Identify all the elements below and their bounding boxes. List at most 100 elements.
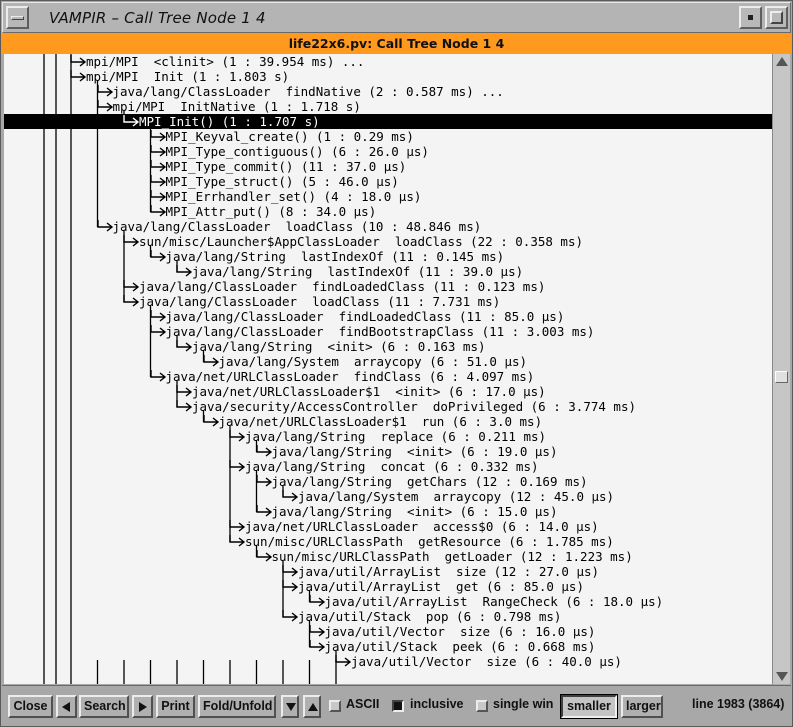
call-tree-label: java/lang/ClassLoader findLoadedClass (1… bbox=[165, 309, 565, 324]
title-bar[interactable]: VAMPIR – Call Tree Node 1 4 bbox=[2, 2, 791, 33]
search-prev-button[interactable] bbox=[56, 695, 77, 718]
search-next-button[interactable] bbox=[132, 695, 153, 718]
call-tree-row[interactable]: MPI_Type_commit() (11 : 37.0 µs) bbox=[4, 159, 772, 174]
call-tree-label: java/lang/String <init> (6 : 15.0 µs) bbox=[271, 504, 558, 519]
call-tree-row[interactable]: mpi/MPI InitNative (1 : 1.718 s) bbox=[4, 99, 772, 114]
call-tree-label: java/util/ArrayList get (6 : 85.0 µs) bbox=[298, 579, 584, 594]
call-tree-row[interactable]: MPI_Attr_put() (8 : 34.0 µs) bbox=[4, 204, 772, 219]
call-tree-label: java/lang/String lastIndexOf (11 : 39.0 … bbox=[192, 264, 524, 279]
call-tree-label: java/net/URLClassLoader access$0 (6 : 14… bbox=[245, 519, 599, 534]
call-tree-label: java/lang/String concat (6 : 0.332 ms) bbox=[245, 459, 539, 474]
call-tree-label: MPI_Type_contiguous() (6 : 26.0 µs) bbox=[165, 144, 429, 159]
call-tree-row[interactable]: sun/misc/Launcher$AppClassLoader loadCla… bbox=[4, 234, 772, 249]
call-tree-row[interactable]: mpi/MPI Init (1 : 1.803 s) bbox=[4, 69, 772, 84]
print-button[interactable]: Print bbox=[156, 695, 195, 718]
vertical-scrollbar[interactable] bbox=[772, 54, 790, 684]
call-tree-row[interactable]: java/util/Stack peek (6 : 0.668 ms) bbox=[4, 639, 772, 654]
larger-button[interactable]: larger bbox=[621, 695, 663, 718]
scroll-down-icon[interactable] bbox=[776, 672, 788, 681]
smaller-button[interactable]: smaller bbox=[560, 694, 618, 719]
triangle-down-icon bbox=[286, 703, 296, 711]
call-tree-label: java/lang/String lastIndexOf (11 : 0.145… bbox=[165, 249, 505, 264]
call-tree-row[interactable]: java/util/Vector size (6 : 40.0 µs) bbox=[4, 654, 772, 669]
call-tree-row[interactable]: MPI_Keyval_create() (1 : 0.29 ms) bbox=[4, 129, 772, 144]
call-tree-row[interactable]: MPI_Type_contiguous() (6 : 26.0 µs) bbox=[4, 144, 772, 159]
call-tree-row[interactable]: sun/misc/URLClassPath getResource (6 : 1… bbox=[4, 534, 772, 549]
maximize-icon[interactable] bbox=[765, 6, 788, 29]
call-tree-label: java/security/AccessController doPrivile… bbox=[192, 399, 637, 414]
call-tree-row[interactable]: java/util/Stack pop (6 : 0.798 ms) bbox=[4, 609, 772, 624]
call-tree-row[interactable]: java/util/Vector size (6 : 16.0 µs) bbox=[4, 624, 772, 639]
close-button[interactable]: Close bbox=[8, 695, 53, 718]
call-tree-row[interactable]: java/net/URLClassLoader$1 <init> (6 : 17… bbox=[4, 384, 772, 399]
call-tree-label: java/lang/String replace (6 : 0.211 ms) bbox=[245, 429, 547, 444]
call-tree-label: mpi/MPI Init (1 : 1.803 s) bbox=[86, 69, 290, 84]
call-tree-label: MPI_Type_struct() (5 : 46.0 µs) bbox=[165, 174, 399, 189]
call-tree-row[interactable]: MPI_Type_struct() (5 : 46.0 µs) bbox=[4, 174, 772, 189]
call-tree-row[interactable]: java/lang/ClassLoader findLoadedClass (1… bbox=[4, 279, 772, 294]
call-tree-row[interactable]: java/lang/String <init> (6 : 0.163 ms) bbox=[4, 339, 772, 354]
call-tree-label: java/lang/ClassLoader findNative (2 : 0.… bbox=[112, 84, 504, 99]
call-tree-row[interactable]: java/util/ArrayList get (6 : 85.0 µs) bbox=[4, 579, 772, 594]
call-tree-label: java/lang/String getChars (12 : 0.169 ms… bbox=[271, 474, 588, 489]
call-tree-row[interactable]: java/lang/String lastIndexOf (11 : 0.145… bbox=[4, 249, 772, 264]
minimize-icon[interactable] bbox=[739, 6, 762, 29]
triangle-up-icon bbox=[308, 703, 318, 711]
scroll-up-icon[interactable] bbox=[776, 57, 788, 66]
call-tree-row[interactable]: MPI_Errhandler_set() (4 : 18.0 µs) bbox=[4, 189, 772, 204]
call-tree-label: java/lang/ClassLoader findBootstrapClass… bbox=[165, 324, 595, 339]
call-tree-row[interactable]: java/lang/ClassLoader loadClass (11 : 7.… bbox=[4, 294, 772, 309]
call-tree-panel[interactable]: mpi/MPI <clinit> (1 : 39.954 ms) ... mpi/… bbox=[4, 54, 772, 684]
call-tree-label: sun/misc/URLClassPath getResource (6 : 1… bbox=[245, 534, 614, 549]
call-tree-row[interactable]: java/lang/String getChars (12 : 0.169 ms… bbox=[4, 474, 772, 489]
call-tree-row[interactable]: java/lang/String <init> (6 : 15.0 µs) bbox=[4, 504, 772, 519]
call-tree-row[interactable]: java/lang/ClassLoader findNative (2 : 0.… bbox=[4, 84, 772, 99]
call-tree-label: mpi/MPI <clinit> (1 : 39.954 ms) ... bbox=[86, 54, 365, 69]
fold-unfold-button[interactable]: Fold/Unfold bbox=[198, 695, 276, 718]
single-win-checkbox[interactable] bbox=[476, 700, 488, 712]
search-button[interactable]: Search bbox=[79, 695, 129, 718]
call-tree-row[interactable]: java/lang/String lastIndexOf (11 : 39.0 … bbox=[4, 264, 772, 279]
call-tree-row[interactable]: java/lang/String <init> (6 : 19.0 µs) bbox=[4, 444, 772, 459]
call-tree-row[interactable]: java/lang/System arraycopy (12 : 45.0 µs… bbox=[4, 489, 772, 504]
call-tree-row[interactable]: java/net/URLClassLoader findClass (6 : 4… bbox=[4, 369, 772, 384]
call-tree-label: java/lang/String <init> (6 : 0.163 ms) bbox=[192, 339, 486, 354]
call-tree-row[interactable]: java/util/ArrayList size (12 : 27.0 µs) bbox=[4, 564, 772, 579]
call-tree-label: MPI_Errhandler_set() (4 : 18.0 µs) bbox=[165, 189, 422, 204]
ascii-checkbox[interactable] bbox=[329, 700, 341, 712]
call-tree-label: java/lang/String <init> (6 : 19.0 µs) bbox=[271, 444, 558, 459]
call-tree-label: sun/misc/URLClassPath getLoader (12 : 1.… bbox=[271, 549, 633, 564]
call-tree-row[interactable]: mpi/MPI <clinit> (1 : 39.954 ms) ... bbox=[4, 54, 772, 69]
call-tree-row[interactable]: java/lang/ClassLoader findBootstrapClass… bbox=[4, 324, 772, 339]
call-tree-row[interactable]: java/lang/String concat (6 : 0.332 ms) bbox=[4, 459, 772, 474]
call-tree-label: MPI_Keyval_create() (1 : 0.29 ms) bbox=[165, 129, 414, 144]
call-tree-row[interactable]: java/util/ArrayList RangeCheck (6 : 18.0… bbox=[4, 594, 772, 609]
call-tree-row-selected[interactable]: MPI_Init() (1 : 1.707 s) bbox=[4, 114, 772, 129]
window-menu-icon[interactable] bbox=[6, 6, 29, 29]
inclusive-label: inclusive bbox=[410, 697, 464, 711]
scroll-up-button[interactable] bbox=[303, 695, 321, 718]
window-title: VAMPIR – Call Tree Node 1 4 bbox=[49, 9, 266, 27]
call-tree-row[interactable]: java/lang/ClassLoader loadClass (10 : 48… bbox=[4, 219, 772, 234]
call-tree-label: java/util/ArrayList size (12 : 27.0 µs) bbox=[298, 564, 600, 579]
call-tree-row[interactable]: java/security/AccessController doPrivile… bbox=[4, 399, 772, 414]
call-tree-row[interactable]: java/net/URLClassLoader access$0 (6 : 14… bbox=[4, 519, 772, 534]
vampir-window: VAMPIR – Call Tree Node 1 4 life22x6.pv:… bbox=[0, 0, 793, 727]
call-tree-label: sun/misc/Launcher$AppClassLoader loadCla… bbox=[139, 234, 584, 249]
call-tree-rows: mpi/MPI <clinit> (1 : 39.954 ms) ... mpi/… bbox=[4, 54, 772, 684]
call-tree-label: java/util/Vector size (6 : 40.0 µs) bbox=[351, 654, 622, 669]
scroll-down-button[interactable] bbox=[281, 695, 299, 718]
call-tree-label: java/lang/ClassLoader findLoadedClass (1… bbox=[139, 279, 546, 294]
call-tree-row[interactable]: java/lang/String replace (6 : 0.211 ms) bbox=[4, 429, 772, 444]
triangle-left-icon bbox=[62, 702, 70, 712]
call-tree-row[interactable]: java/net/URLClassLoader$1 run (6 : 3.0 m… bbox=[4, 414, 772, 429]
call-tree-label: java/util/Vector size (6 : 16.0 µs) bbox=[324, 624, 596, 639]
line-status: line 1983 (3864) bbox=[692, 697, 785, 711]
call-tree-row[interactable]: java/lang/System arraycopy (6 : 51.0 µs) bbox=[4, 354, 772, 369]
call-tree-label: MPI_Type_commit() (11 : 37.0 µs) bbox=[165, 159, 407, 174]
inclusive-checkbox[interactable] bbox=[392, 700, 404, 712]
call-tree-row[interactable]: java/lang/ClassLoader findLoadedClass (1… bbox=[4, 309, 772, 324]
call-tree-row[interactable]: sun/misc/URLClassPath getLoader (12 : 1.… bbox=[4, 549, 772, 564]
scroll-thumb[interactable] bbox=[775, 371, 788, 383]
call-tree-label: java/net/URLClassLoader$1 run (6 : 3.0 m… bbox=[218, 414, 543, 429]
